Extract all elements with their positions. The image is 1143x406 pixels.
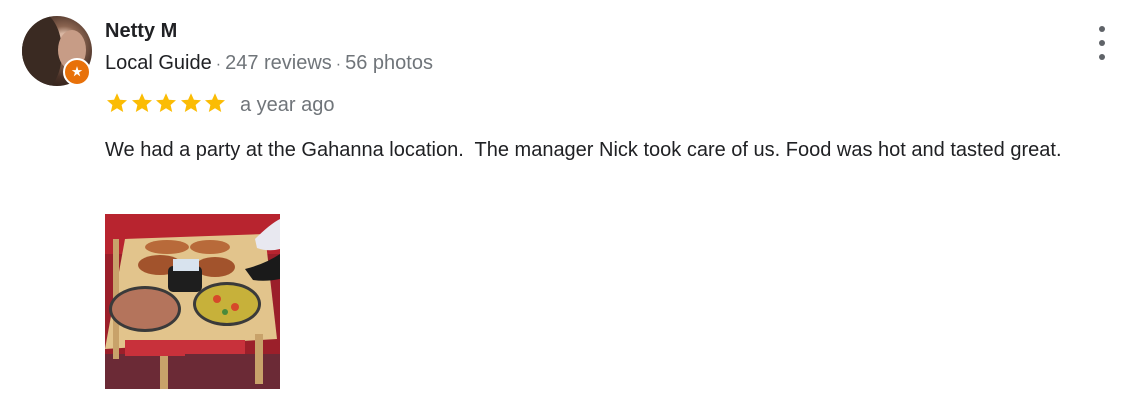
- meta-separator: ·: [215, 56, 222, 73]
- photos-count: 56 photos: [345, 52, 433, 74]
- star-icon: [131, 93, 152, 112]
- local-guide-badge-icon: [63, 58, 91, 86]
- star-icon: [107, 93, 127, 112]
- star-icon: [180, 93, 201, 112]
- review-time: a year ago: [240, 94, 335, 116]
- star-rating: [105, 91, 228, 117]
- review-photo-pizza-party[interactable]: [105, 214, 280, 389]
- star-icon: [156, 93, 176, 112]
- reviewer-meta: Local Guide · 247 reviews · 56 photos: [105, 50, 433, 78]
- review-text: We had a party at the Gahanna location. …: [105, 139, 1062, 161]
- reviewer-avatar[interactable]: [22, 16, 92, 86]
- more-vert-icon[interactable]: [1090, 26, 1114, 60]
- meta-separator: ·: [335, 56, 342, 73]
- star-icon: [205, 93, 225, 112]
- reviewer-name[interactable]: Netty M: [105, 19, 177, 43]
- local-guide-label: Local Guide: [105, 52, 212, 74]
- reviews-count: 247 reviews: [225, 52, 332, 74]
